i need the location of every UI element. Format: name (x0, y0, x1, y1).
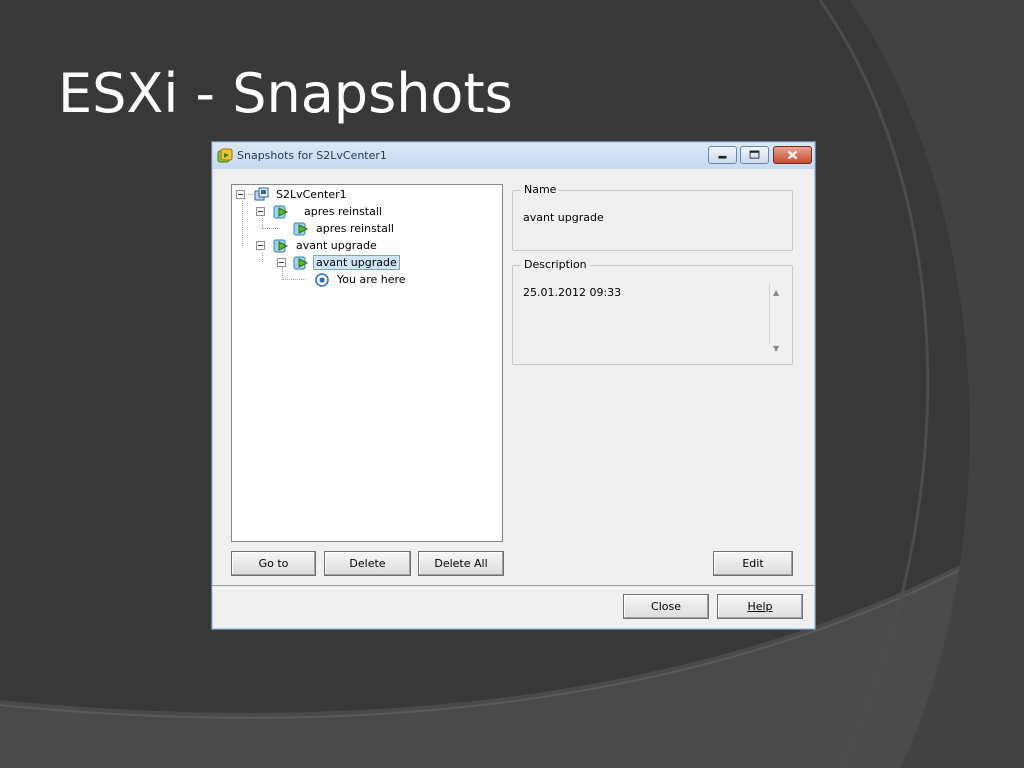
tree-node-label: apres reinstall (316, 222, 394, 235)
close-button[interactable]: Close (623, 594, 709, 619)
collapse-toggle-icon[interactable] (256, 241, 265, 250)
scrollbar-track[interactable] (769, 284, 770, 344)
close-icon (787, 150, 798, 160)
delete-button[interactable]: Delete (324, 551, 411, 576)
slide-title: ESXi - Snapshots (58, 62, 513, 125)
tree-connector (282, 279, 306, 280)
vm-icon (254, 187, 269, 201)
minimize-button[interactable] (708, 146, 737, 164)
delete-all-button[interactable]: Delete All (418, 551, 504, 576)
window-titlebar[interactable]: Snapshots for S2LvCenter1 (213, 143, 814, 169)
tree-node-label: avant upgrade (313, 255, 400, 270)
maximize-button[interactable] (740, 146, 769, 164)
tree-connector (248, 194, 253, 195)
close-window-button[interactable] (773, 146, 812, 164)
window-title: Snapshots for S2LvCenter1 (237, 149, 387, 162)
edit-button[interactable]: Edit (713, 551, 793, 576)
snapshot-icon (273, 239, 289, 253)
tree-node-label: apres reinstall (304, 205, 382, 218)
tree-connector (262, 253, 263, 262)
footer-separator (212, 585, 815, 589)
name-group: Name avant upgrade (512, 183, 793, 251)
minimize-icon (718, 155, 727, 159)
snapshot-icon (293, 222, 309, 236)
goto-button[interactable]: Go to (231, 551, 316, 576)
tree-connector (262, 228, 280, 229)
description-value: 25.01.2012 09:33 (523, 286, 622, 299)
tree-connector (242, 201, 243, 246)
scroll-up-icon[interactable]: ▲ (773, 288, 779, 297)
collapse-toggle-icon[interactable] (277, 258, 286, 267)
snapshot-icon (293, 256, 309, 270)
collapse-toggle-icon[interactable] (256, 207, 265, 216)
snapshot-tree[interactable]: S2LvCenter1 apres reinstall apres reinst… (231, 184, 503, 542)
tree-node-label: S2LvCenter1 (276, 188, 347, 201)
collapse-toggle-icon[interactable] (236, 190, 245, 199)
help-button[interactable]: Help (717, 594, 803, 619)
you-are-here-icon (315, 273, 329, 287)
name-label: Name (521, 183, 560, 196)
snapshot-manager-icon (217, 148, 233, 163)
snapshots-window: Snapshots for S2LvCenter1 S2LvCenter1 ap… (211, 141, 816, 630)
description-label: Description (521, 258, 590, 271)
maximize-icon (749, 150, 760, 159)
scroll-down-icon[interactable]: ▼ (773, 344, 779, 353)
tree-node-label: avant upgrade (296, 239, 377, 252)
snapshot-icon (273, 205, 289, 219)
description-group: Description 25.01.2012 09:33 ▲ ▼ (512, 258, 793, 365)
tree-node-label: You are here (337, 273, 406, 286)
name-value: avant upgrade (523, 211, 604, 224)
